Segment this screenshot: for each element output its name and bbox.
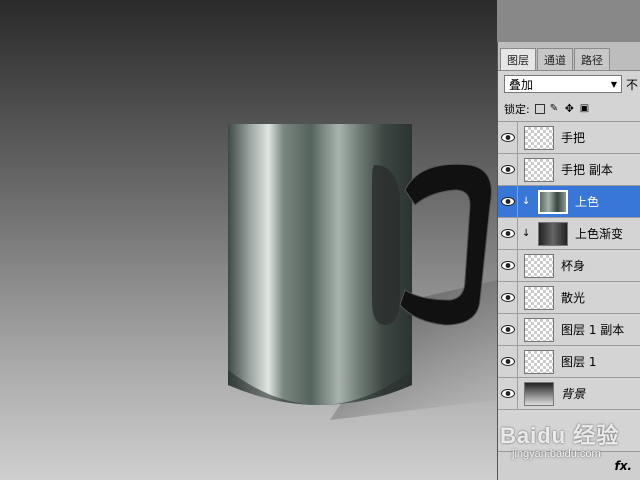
layer-row[interactable]: 图层 1 副本	[498, 314, 640, 346]
layer-thumbnail	[524, 253, 554, 278]
layer-name: 图层 1 副本	[561, 323, 625, 337]
eye-icon[interactable]	[498, 282, 518, 313]
eye-icon[interactable]	[498, 346, 518, 377]
lock-transparency-icon[interactable]	[534, 104, 545, 114]
layer-row[interactable]: 手把	[498, 122, 640, 154]
layer-row[interactable]: 图层 1	[498, 346, 640, 378]
watermark-url: jingyan.baidu.com	[512, 448, 601, 460]
lock-move-icon[interactable]: ✥	[565, 103, 575, 114]
layer-name: 散光	[561, 291, 586, 305]
layer-name: 杯身	[561, 259, 586, 273]
layer-thumbnail	[524, 285, 554, 310]
layer-row[interactable]: ↓ 上色	[498, 186, 640, 218]
handle-reflection	[372, 165, 400, 325]
layer-name: 上色渐变	[575, 227, 624, 241]
layer-list: 手把手把 副本 ↓ 上色 ↓ 上色渐变杯身散光图层 1 副本 图层 1 背景	[498, 122, 640, 410]
lock-row: 锁定: ✎ ✥ ▣	[498, 97, 640, 122]
layer-name: 背景	[561, 387, 586, 401]
clip-arrow-icon: ↓	[522, 228, 531, 239]
eye-icon[interactable]	[498, 122, 518, 153]
layer-name: 手把	[561, 131, 586, 145]
layer-row[interactable]: 背景	[498, 378, 640, 410]
mug-artwork	[228, 124, 497, 420]
document-canvas[interactable]	[0, 0, 497, 480]
panel-tabs: 图层 通道 路径	[498, 42, 640, 71]
eye-icon[interactable]	[498, 186, 518, 217]
layer-name: 图层 1	[561, 355, 597, 369]
tab-paths[interactable]: 路径	[574, 48, 610, 70]
mug-handle	[399, 163, 492, 326]
eye-icon[interactable]	[498, 154, 518, 185]
layer-thumbnail	[524, 349, 554, 374]
eye-icon[interactable]	[498, 314, 518, 345]
layer-row[interactable]: ↓ 上色渐变	[498, 218, 640, 250]
opacity-label: 不	[626, 77, 639, 92]
tab-layers[interactable]: 图层	[500, 48, 536, 70]
layer-thumbnail	[524, 381, 554, 406]
layer-row[interactable]: 杯身	[498, 250, 640, 282]
eye-icon[interactable]	[498, 378, 518, 409]
tab-channels[interactable]: 通道	[537, 48, 573, 70]
eye-icon[interactable]	[498, 218, 518, 249]
layer-row[interactable]: 手把 副本	[498, 154, 640, 186]
layer-row[interactable]: 散光	[498, 282, 640, 314]
chevron-down-icon: ▼	[610, 79, 617, 89]
watermark-logo: Baidu 经验	[500, 423, 620, 448]
layers-panel: 图层 通道 路径 叠加 ▼ 不 锁定: ✎ ✥ ▣ 手把手把 副本 ↓ 上色 ↓ 上色渐…	[497, 42, 640, 480]
lock-brush-icon[interactable]: ✎	[550, 104, 560, 114]
layer-thumbnail	[524, 157, 554, 182]
blend-row: 叠加 ▼ 不	[498, 71, 640, 97]
layer-thumbnail	[524, 317, 554, 342]
layer-name: 上色	[575, 195, 600, 209]
fx-button[interactable]: fx.	[614, 459, 632, 473]
clip-arrow-icon: ↓	[522, 196, 531, 207]
layer-thumbnail	[538, 189, 568, 214]
eye-icon[interactable]	[498, 250, 518, 281]
layer-name: 手把 副本	[561, 163, 613, 177]
blend-mode-value: 叠加	[509, 77, 534, 92]
layer-thumbnail	[524, 125, 554, 150]
lock-all-icon[interactable]: ▣	[580, 104, 590, 114]
lock-label: 锁定:	[504, 103, 530, 116]
blend-mode-select[interactable]: 叠加 ▼	[504, 75, 622, 93]
layer-thumbnail	[538, 221, 568, 246]
watermark: Baidu 经验 jingyan.baidu.com	[500, 418, 620, 460]
